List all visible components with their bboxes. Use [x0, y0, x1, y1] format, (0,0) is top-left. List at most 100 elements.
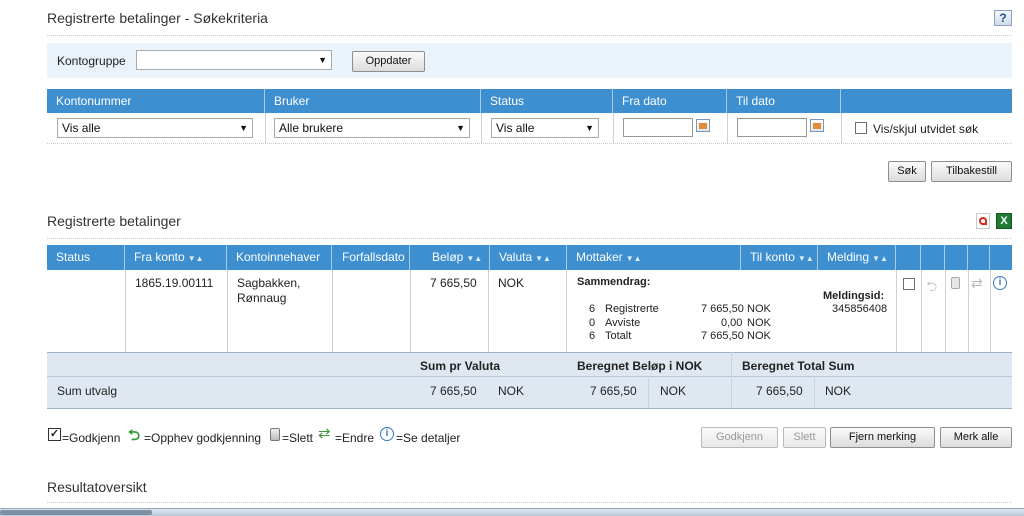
legend-detaljer: =Se detaljer: [396, 431, 461, 445]
summary-currency: NOK: [747, 330, 771, 342]
meldingsid-value: 345856408: [832, 303, 888, 315]
col-forfallsdato-label: Forfallsdato: [342, 250, 405, 264]
summary-count: 0: [589, 317, 596, 329]
summary-row: 6 Totalt 7 665,50 NOK: [589, 330, 779, 342]
sort-icon[interactable]: ▼▲: [535, 254, 551, 263]
legend-godkjenn: =Godkjenn: [62, 431, 121, 445]
sort-icon[interactable]: ▼▲: [626, 254, 642, 263]
beregnet-belop-header: Beregnet Beløp i NOK: [577, 359, 703, 373]
kontonummer-value: Vis alle: [62, 121, 101, 135]
results-header-bar: Status Fra konto ▼▲ Kontoinnehaver Forfal…: [47, 245, 1012, 270]
meldingsid-label: Meldingsid:: [823, 290, 885, 302]
scrollbar-thumb[interactable]: [0, 510, 152, 515]
col-til-konto-label: Til konto: [750, 250, 795, 264]
sort-icon[interactable]: ▼▲: [872, 254, 888, 263]
summary-label: Avviste: [605, 317, 641, 329]
divider: [265, 113, 266, 143]
sort-icon[interactable]: ▼▲: [798, 254, 814, 263]
divider: [47, 502, 1012, 503]
legend-slett: =Slett: [282, 431, 314, 445]
excel-icon[interactable]: X: [996, 213, 1012, 229]
col-belop-label: Beløp: [432, 250, 464, 264]
filter-header-fra-dato: Fra dato: [613, 89, 727, 113]
bruker-select[interactable]: Alle brukere ▼: [274, 118, 470, 138]
slett-button[interactable]: Slett: [783, 427, 826, 448]
col-fra-konto-label: Fra konto: [134, 250, 185, 264]
calendar-icon[interactable]: [810, 119, 824, 132]
legend-opphev: =Opphev godkjenning: [144, 431, 262, 445]
summary-row: 6 Registrerte 7 665,50 NOK: [589, 303, 779, 315]
divider: [727, 113, 728, 143]
results-title: Registrerte betalinger: [47, 213, 181, 229]
horizontal-scrollbar[interactable]: [0, 508, 1024, 516]
info-icon[interactable]: i: [993, 276, 1007, 290]
col-fra-konto[interactable]: Fra konto ▼▲: [125, 245, 227, 270]
help-icon[interactable]: ?: [994, 10, 1012, 26]
divider: [47, 143, 1012, 144]
filter-header-bruker: Bruker: [265, 89, 481, 113]
row-kontoinnehaver-line1: Sagbakken,: [237, 276, 301, 290]
fra-dato-input[interactable]: [623, 118, 693, 137]
total-currency: NOK: [825, 384, 852, 398]
status-select[interactable]: Vis alle ▼: [491, 118, 599, 138]
col-kontoinnehaver: Kontoinnehaver: [227, 245, 332, 270]
col-valuta-label: Valuta: [499, 250, 533, 264]
col-action-2: [921, 245, 945, 270]
row-select-checkbox[interactable]: [903, 278, 915, 290]
trash-icon: [270, 428, 280, 441]
merk-alle-button[interactable]: Merk alle: [940, 427, 1012, 448]
summary-amount: 7 665,50: [701, 303, 744, 315]
summary-label: Totalt: [605, 330, 632, 342]
sum-panel-divider: [47, 376, 1012, 377]
col-status-label: Status: [56, 250, 91, 264]
edit-icon[interactable]: ⇄: [971, 275, 983, 292]
sort-icon[interactable]: ▼▲: [188, 254, 204, 263]
filter-header-til-dato: Til dato: [727, 89, 841, 113]
status-value: Vis alle: [496, 121, 535, 135]
sum-amount: 7 665,50: [430, 384, 477, 398]
divider: [731, 352, 732, 408]
col-melding-label: Melding: [827, 250, 870, 264]
trash-icon[interactable]: [951, 277, 960, 289]
kontonummer-select[interactable]: Vis alle ▼: [57, 118, 253, 138]
divider: [841, 113, 842, 143]
tilbakestill-button[interactable]: Tilbakestill: [931, 161, 1012, 182]
row-kontoinnehaver-line2: Rønnaug: [237, 291, 287, 305]
sort-icon[interactable]: ▼▲: [466, 254, 482, 263]
sum-pr-valuta-header: Sum pr Valuta: [420, 359, 501, 373]
total-amount: 7 665,50: [756, 384, 803, 398]
col-kontoinnehaver-label: Kontoinnehaver: [236, 250, 321, 264]
divider: [47, 238, 1012, 239]
col-melding[interactable]: Melding ▼▲: [818, 245, 896, 270]
beregnet-amount: 7 665,50: [590, 384, 637, 398]
divider: [613, 113, 614, 143]
utvidet-checkbox[interactable]: [855, 122, 867, 134]
row-fra-konto: 1865.19.00111: [135, 276, 214, 290]
col-mottaker[interactable]: Mottaker ▼▲: [567, 245, 741, 270]
calendar-icon[interactable]: [696, 119, 710, 132]
col-valuta[interactable]: Valuta ▼▲: [490, 245, 567, 270]
sum-panel-divider: [47, 408, 1012, 409]
resultatoversikt-title: Resultatoversikt: [47, 479, 147, 495]
col-action-3: [945, 245, 968, 270]
summary-amount: 0,00: [721, 317, 743, 329]
col-action-4: [968, 245, 990, 270]
divider: [968, 270, 969, 352]
godkjenn-button[interactable]: Godkjenn: [701, 427, 778, 448]
edit-icon: ⇄: [318, 425, 331, 442]
filter-header-status: Status: [481, 89, 613, 113]
row-belop: 7 665,50: [430, 276, 477, 290]
col-til-konto[interactable]: Til konto ▼▲: [741, 245, 818, 270]
til-dato-input[interactable]: [737, 118, 807, 137]
checkmark-icon: ✓: [48, 428, 61, 441]
opphev-icon[interactable]: ⮌: [926, 276, 937, 300]
sok-button[interactable]: Søk: [888, 161, 926, 182]
fjern-merking-button[interactable]: Fjern merking: [830, 427, 935, 448]
oppdater-button[interactable]: Oppdater: [352, 51, 425, 72]
kontogruppe-select[interactable]: ▼: [136, 50, 332, 70]
col-belop[interactable]: Beløp ▼▲: [410, 245, 490, 270]
divider: [814, 376, 815, 408]
info-icon: i: [380, 427, 394, 441]
pdf-icon[interactable]: [976, 213, 990, 229]
sum-utvalg-label: Sum utvalg: [57, 384, 118, 398]
